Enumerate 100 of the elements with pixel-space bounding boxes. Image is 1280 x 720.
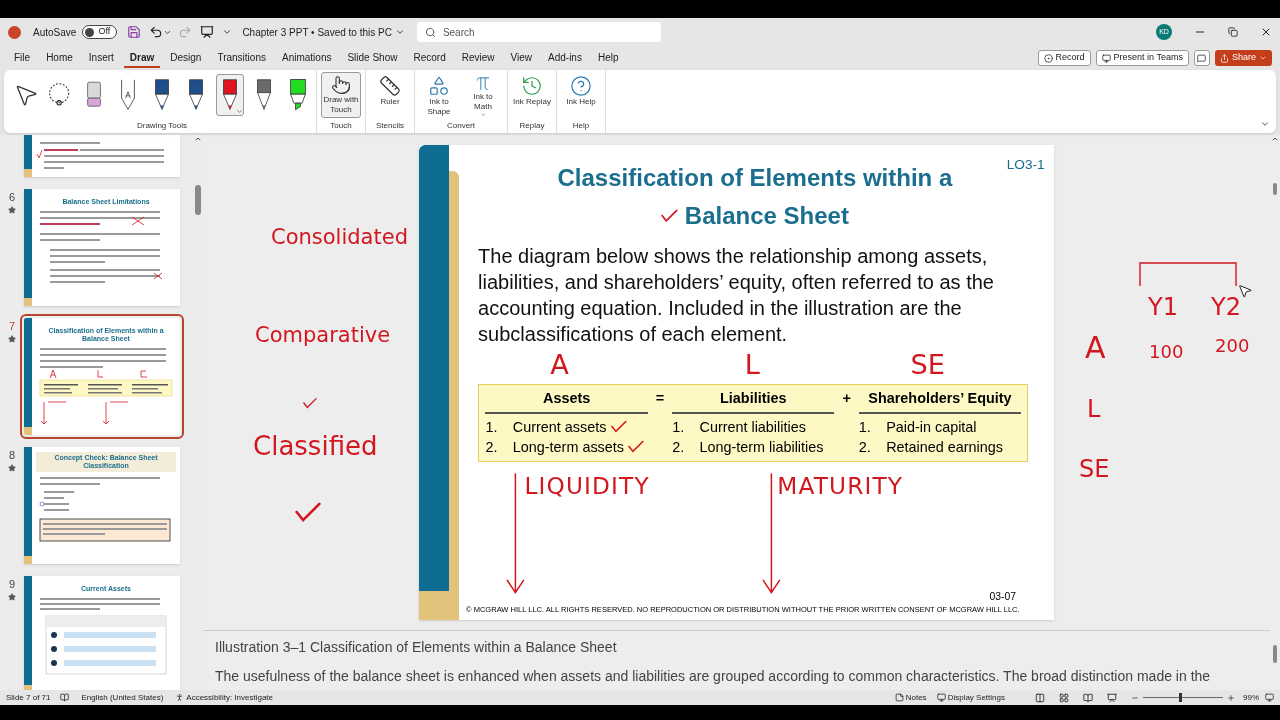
- menu-tab[interactable]: Design: [164, 48, 208, 68]
- scroll-thumb[interactable]: [1273, 645, 1277, 663]
- menu-tab[interactable]: Transitions: [211, 48, 272, 68]
- slide-title: Classification of Elements within a: [557, 163, 953, 194]
- undo-icon[interactable]: [149, 25, 164, 39]
- scroll-thumb[interactable]: [1273, 183, 1277, 195]
- group-label: Convert: [447, 120, 475, 132]
- operator-sign: =: [655, 389, 665, 409]
- spelling-icon[interactable]: [60, 693, 70, 702]
- menu-tab[interactable]: Animations: [275, 48, 338, 68]
- slide-number: 7: [8, 319, 16, 334]
- comments-button[interactable]: [1193, 50, 1210, 66]
- mouse-cursor-icon: [1237, 283, 1253, 299]
- menu-tab[interactable]: File: [8, 48, 37, 68]
- zoom-slider[interactable]: [1143, 692, 1223, 703]
- menu-tab[interactable]: Add-ins: [542, 48, 588, 68]
- share-icon: [1219, 53, 1229, 63]
- customize-toolbar-icon[interactable]: [222, 27, 233, 37]
- app-logo-icon: [8, 25, 21, 39]
- thumbnail-accent-base: [24, 169, 32, 177]
- list-number: 1.: [485, 417, 499, 437]
- column-heading: Liabilities: [672, 387, 835, 414]
- ink-word: Consolidated: [271, 227, 408, 248]
- notes-text: The usefulness of the balance sheet is enhanced when assets and liabilities are grouped according to common characteristics. The broad distinction made in the: [215, 667, 1212, 685]
- slide-paragraph: The diagram below shows the relationship among assets, liabilities, and shareholders’ equity, often referred to as the accounting equation. Included in the illustration are the subclassifications of each element.: [478, 243, 995, 347]
- scroll-thumb[interactable]: [195, 185, 201, 215]
- eraser-icon: [86, 80, 102, 110]
- ink-word: Y1: [1148, 295, 1178, 319]
- slideshow-icon[interactable]: [1107, 692, 1117, 703]
- ribbon-button[interactable]: Draw with Touch: [321, 72, 361, 118]
- help-icon: [570, 75, 592, 97]
- menu-tab[interactable]: Record: [407, 48, 452, 68]
- slide-number: 9: [8, 577, 16, 592]
- ink-word: MATURITY: [777, 473, 904, 497]
- menu-tab[interactable]: View: [504, 48, 538, 68]
- animation-star-icon: [8, 205, 16, 214]
- search-field[interactable]: Search: [416, 22, 661, 42]
- menu-tab[interactable]: Home: [40, 48, 79, 68]
- group-label: Replay: [519, 120, 545, 132]
- ink-word: L: [1087, 397, 1101, 421]
- slide-thumbnail[interactable]: [24, 135, 180, 177]
- accessibility-status[interactable]: Accessibility: Investigate: [186, 691, 273, 704]
- language-label[interactable]: English (United States): [81, 691, 164, 704]
- list-number: 2.: [672, 437, 686, 457]
- zoom-in-icon[interactable]: [1227, 693, 1235, 702]
- list-number: 1.: [858, 417, 872, 437]
- save-icon[interactable]: [127, 25, 142, 39]
- menu-tab[interactable]: Slide Show: [341, 48, 404, 68]
- collapse-ribbon-icon[interactable]: [1260, 119, 1270, 129]
- zoom-level[interactable]: 99%: [1243, 691, 1259, 704]
- operator-sign: +: [842, 389, 851, 409]
- thumbnail-accent-base: [24, 427, 32, 435]
- thumbnail-accent-base: [24, 556, 32, 564]
- scroll-up-icon[interactable]: [1271, 135, 1279, 143]
- normal-view-icon[interactable]: [1035, 692, 1045, 703]
- group-label: Touch: [330, 120, 352, 132]
- slide-sorter-icon[interactable]: [1059, 692, 1069, 703]
- ink-letter: L: [744, 350, 760, 379]
- document-title[interactable]: Chapter 3 PPT • Saved to this PC: [242, 24, 392, 40]
- menu-tab[interactable]: Draw: [123, 48, 161, 68]
- table-item: Long-term liabilities: [699, 437, 824, 457]
- thumbnail-accent-base: [24, 298, 32, 306]
- autosave-toggle[interactable]: Off: [82, 25, 118, 39]
- menu-tab[interactable]: Insert: [82, 48, 120, 68]
- record-button[interactable]: Record: [1037, 50, 1091, 66]
- monitor-icon: [1101, 53, 1111, 63]
- drawing-tool[interactable]: [216, 74, 244, 116]
- table-item: Current assets: [512, 417, 607, 437]
- page-number: 03-07: [989, 589, 1017, 604]
- ribbon-button[interactable]: Ink Help: [561, 72, 601, 118]
- display-settings-button[interactable]: Display Settings: [947, 691, 1005, 704]
- ribbon-button[interactable]: Ruler: [370, 72, 410, 118]
- ink-word: Comparative: [255, 325, 391, 346]
- share-button[interactable]: Share: [1214, 50, 1272, 66]
- present-in-teams-button[interactable]: Present in Teams: [1095, 50, 1189, 66]
- zoom-slider-thumb[interactable]: [1179, 693, 1182, 702]
- group-label: Drawing Tools: [136, 120, 188, 132]
- table-item: Long-term assets: [512, 437, 624, 457]
- caret-icon: [1259, 54, 1267, 62]
- close-icon[interactable]: [1260, 26, 1272, 38]
- notes-button[interactable]: Notes: [905, 691, 927, 704]
- slide-accent-base: [418, 591, 450, 621]
- menu-tab[interactable]: Help: [591, 48, 625, 68]
- scroll-up-icon[interactable]: [194, 135, 202, 143]
- caret-icon[interactable]: [394, 27, 405, 37]
- ribbon-button[interactable]: Ink to Shape: [419, 72, 459, 118]
- ribbon-button[interactable]: Ink to Math: [463, 72, 503, 118]
- restore-icon[interactable]: [1228, 27, 1238, 37]
- autosave-label: AutoSave: [33, 25, 77, 40]
- ink-word: LIQUIDITY: [524, 473, 650, 497]
- table-item: Retained earnings: [886, 437, 1003, 457]
- fit-to-window-icon[interactable]: [1265, 693, 1274, 702]
- ribbon-button[interactable]: Ink Replay: [512, 72, 552, 118]
- reading-view-icon[interactable]: [1083, 692, 1093, 703]
- presentation-icon[interactable]: [200, 25, 215, 39]
- column-heading: Shareholders’ Equity: [858, 387, 1022, 414]
- animation-star-icon: [8, 463, 16, 472]
- group-label: Stencils: [376, 120, 404, 132]
- menu-tab[interactable]: Review: [455, 48, 501, 68]
- ink-word: 100: [1149, 343, 1184, 361]
